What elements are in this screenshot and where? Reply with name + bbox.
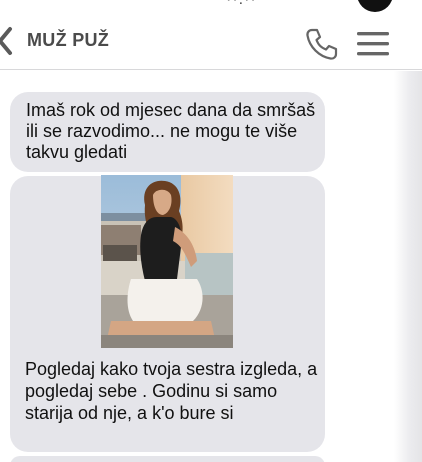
call-button[interactable] [303,26,339,62]
camera-notch-icon [357,0,393,12]
back-button[interactable] [0,26,16,56]
message-photo[interactable] [101,175,233,348]
chat-header: MUŽ PUŽ [0,12,422,70]
status-bar: ··:·· [0,0,422,12]
menu-button[interactable] [356,30,390,58]
status-time: ··:·· [226,0,257,9]
message-text: Imaš rok od mjesec dana da smršaš ili se… [26,100,316,162]
message-bubble[interactable] [10,456,325,462]
contact-name[interactable]: MUŽ PUŽ [27,30,109,51]
phone-icon [306,28,338,60]
photo-woman-sitting-on-terrace [101,175,233,348]
message-bubble[interactable]: Imaš rok od mjesec dana da smršaš ili se… [10,92,325,172]
chevron-left-icon [0,27,12,55]
hamburger-menu-icon [357,32,389,56]
message-text: Pogledaj kako tvoja sestra izgleda, a po… [25,359,318,423]
scroll-edge [394,71,422,462]
